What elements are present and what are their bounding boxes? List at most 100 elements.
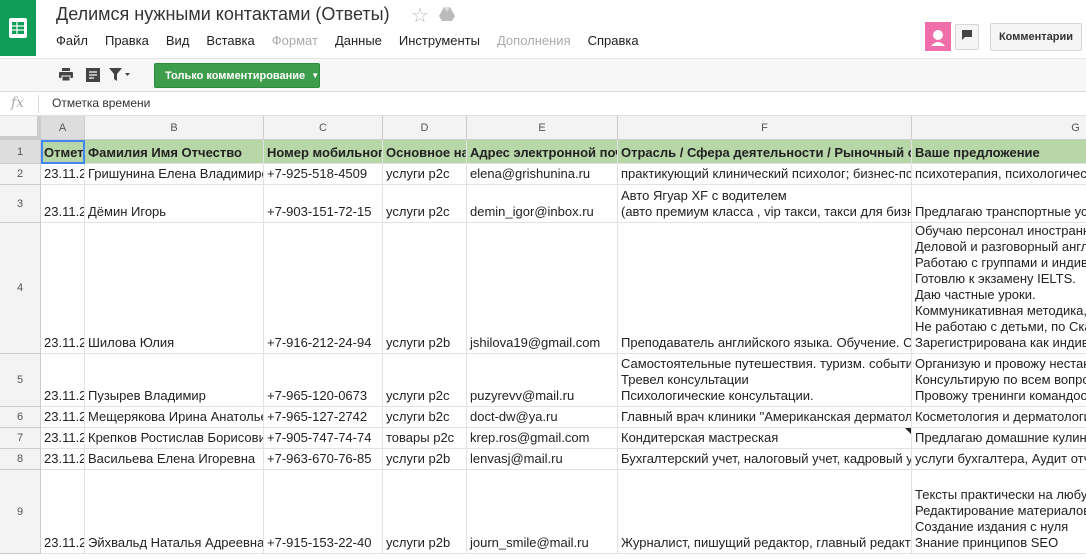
table-cell[interactable]: lenvasj@mail.ru: [467, 449, 618, 470]
header-cell[interactable]: Основное направление: [383, 140, 467, 164]
table-cell[interactable]: услуги p2c: [383, 354, 467, 407]
row-header[interactable]: 4: [0, 223, 41, 354]
table-cell[interactable]: Васильева Елена Игоревна: [85, 449, 264, 470]
table-cell[interactable]: Авто Ягуар XF с водителем (авто премиум к…: [618, 185, 912, 223]
menu-item[interactable]: Файл: [56, 33, 88, 48]
move-to-drive-icon[interactable]: [438, 6, 456, 27]
table-cell[interactable]: +7-905-747-74-74: [264, 428, 383, 449]
table-cell[interactable]: Организую и провожу нестандартныеКонсуль…: [912, 354, 1086, 407]
table-cell[interactable]: 23.11.2: [41, 470, 85, 554]
document-title[interactable]: Делимся нужными контактами (Ответы): [56, 4, 390, 25]
column-header[interactable]: D: [383, 116, 467, 140]
table-cell[interactable]: Предлагаю транспортные услуги: [912, 185, 1086, 223]
table-cell[interactable]: Тексты практически на любую темуРедактир…: [912, 470, 1086, 554]
star-icon[interactable]: ☆: [411, 3, 429, 28]
chat-button[interactable]: [955, 24, 979, 50]
filter-icon[interactable]: [109, 67, 131, 83]
menu-item[interactable]: Данные: [335, 33, 382, 48]
table-cell[interactable]: doct-dw@ya.ru: [467, 407, 618, 428]
header-cell[interactable]: Номер мобильного телефона: [264, 140, 383, 164]
table-cell[interactable]: +7-965-120-0673: [264, 354, 383, 407]
row-header[interactable]: 3: [0, 185, 41, 223]
table-cell[interactable]: Гришунина Елена Владимировна: [85, 164, 264, 185]
select-all-corner[interactable]: [0, 116, 41, 140]
column-header[interactable]: B: [85, 116, 264, 140]
table-cell[interactable]: Главный врач клиники "Американская дерма…: [618, 407, 912, 428]
table-cell[interactable]: Крепков Ростислав Борисович: [85, 428, 264, 449]
sheets-logo-icon[interactable]: [0, 0, 36, 56]
menu-item[interactable]: Справка: [588, 33, 639, 48]
table-cell[interactable]: услуги p2c: [383, 164, 467, 185]
table-cell[interactable]: 23.11.2: [41, 428, 85, 449]
table-cell[interactable]: Косметология и дерматология: [912, 407, 1086, 428]
table-cell[interactable]: услуги b2c: [383, 407, 467, 428]
row-header[interactable]: 6: [0, 407, 41, 428]
table-cell[interactable]: товары p2c: [383, 428, 467, 449]
table-cell[interactable]: elena@grishunina.ru: [467, 164, 618, 185]
menu-item[interactable]: Инструменты: [399, 33, 480, 48]
column-header[interactable]: C: [264, 116, 383, 140]
row-header[interactable]: 9: [0, 470, 41, 554]
column-header[interactable]: F: [618, 116, 912, 140]
comments-button[interactable]: Комментарии: [990, 23, 1082, 51]
table-cell[interactable]: Пузырев Владимир: [85, 354, 264, 407]
note-indicator[interactable]: [905, 428, 911, 434]
table-cell[interactable]: demin_igor@inbox.ru: [467, 185, 618, 223]
table-cell[interactable]: +7-903-151-72-15: [264, 185, 383, 223]
table-cell[interactable]: услуги p2b: [383, 449, 467, 470]
table-cell[interactable]: krep.ros@gmail.com: [467, 428, 618, 449]
format-icon[interactable]: [85, 67, 101, 83]
table-cell[interactable]: Преподаватель английского языка. Обучени…: [618, 223, 912, 354]
table-cell[interactable]: 23.11.2: [41, 449, 85, 470]
comment-only-mode-button[interactable]: Только комментирование ▼: [154, 63, 320, 88]
table-cell[interactable]: Журналист, пишущий редактор, главный ред…: [618, 470, 912, 554]
table-cell[interactable]: jshilova19@gmail.com: [467, 223, 618, 354]
header-cell[interactable]: Ваше предложение: [912, 140, 1086, 164]
table-cell[interactable]: практикующий клинический психолог; бизне…: [618, 164, 912, 185]
header-cell[interactable]: Фамилия Имя Отчество: [85, 140, 264, 164]
table-cell[interactable]: услуги бухгалтера, Аудит отчетности: [912, 449, 1086, 470]
header-cell[interactable]: Отрасль / Сфера деятельности / Рыночный …: [618, 140, 912, 164]
table-cell[interactable]: +7-925-518-4509: [264, 164, 383, 185]
row-header[interactable]: 1: [0, 140, 41, 164]
table-cell[interactable]: +7-963-670-76-85: [264, 449, 383, 470]
table-cell[interactable]: +7-916-212-24-94: [264, 223, 383, 354]
table-cell[interactable]: 23.11.2: [41, 185, 85, 223]
table-cell[interactable]: +7-915-153-22-40: [264, 470, 383, 554]
table-cell[interactable]: услуги p2b: [383, 223, 467, 354]
table-cell[interactable]: Шилова Юлия: [85, 223, 264, 354]
table-cell[interactable]: journ_smile@mail.ru: [467, 470, 618, 554]
header-cell[interactable]: Адрес электронной почты: [467, 140, 618, 164]
menu-item[interactable]: Правка: [105, 33, 149, 48]
column-header[interactable]: G: [912, 116, 1086, 140]
table-cell[interactable]: услуги p2c: [383, 185, 467, 223]
table-cell[interactable]: Кондитерская мастреская: [618, 428, 912, 449]
header-cell[interactable]: Отметка времени: [41, 140, 85, 164]
table-cell[interactable]: услуги p2b: [383, 470, 467, 554]
row-header[interactable]: 5: [0, 354, 41, 407]
row-header[interactable]: 7: [0, 428, 41, 449]
table-cell[interactable]: 23.11.2: [41, 354, 85, 407]
table-cell[interactable]: Мещерякова Ирина Анатольевна: [85, 407, 264, 428]
menu-item[interactable]: Вид: [166, 33, 190, 48]
table-cell[interactable]: 23.11.2: [41, 407, 85, 428]
row-header[interactable]: 8: [0, 449, 41, 470]
table-cell[interactable]: Дёмин Игорь: [85, 185, 264, 223]
table-cell[interactable]: психотерапия, психологическое консультир…: [912, 164, 1086, 185]
table-cell[interactable]: Обучаю персонал иностранному языку.Делов…: [912, 223, 1086, 354]
print-icon[interactable]: [58, 67, 74, 83]
table-cell[interactable]: puzyrevv@mail.ru: [467, 354, 618, 407]
spreadsheet-grid[interactable]: ABCDEFG 1Отметка времени Фамилия Имя Отчес…: [0, 116, 1086, 560]
table-cell[interactable]: Самостоятельные путешествия. туризм. соб…: [618, 354, 912, 407]
row-header[interactable]: 2: [0, 164, 41, 185]
table-cell[interactable]: 23.11.2: [41, 164, 85, 185]
avatar-icon[interactable]: [925, 22, 951, 51]
column-header[interactable]: A: [41, 116, 85, 140]
table-cell[interactable]: 23.11.2: [41, 223, 85, 354]
table-cell[interactable]: Предлагаю домашние кулинарные изделия: [912, 428, 1086, 449]
column-header[interactable]: E: [467, 116, 618, 140]
table-cell[interactable]: Бухгалтерский учет, налоговый учет, кадр…: [618, 449, 912, 470]
menu-item[interactable]: Вставка: [206, 33, 254, 48]
formula-input[interactable]: Отметка времени: [52, 96, 150, 110]
table-cell[interactable]: +7-965-127-2742: [264, 407, 383, 428]
